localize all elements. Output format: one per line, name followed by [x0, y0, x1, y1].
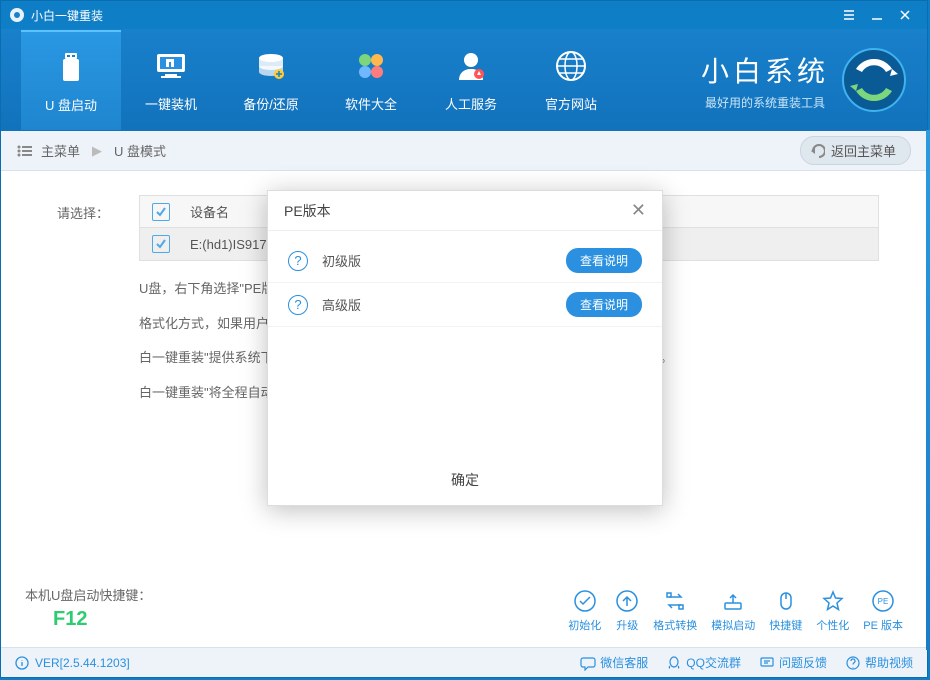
dialog-title: PE版本	[284, 201, 331, 221]
pe-option-label: 高级版	[322, 295, 361, 314]
question-icon: ?	[288, 251, 308, 271]
dialog-ok-button[interactable]: 确定	[268, 455, 662, 505]
dialog-overlay: PE版本 ✕ ? 初级版 查看说明 ? 高级版 查看说明 确定	[0, 0, 930, 680]
pe-option-advanced[interactable]: ? 高级版 查看说明	[268, 283, 662, 327]
pe-option-basic[interactable]: ? 初级版 查看说明	[268, 239, 662, 283]
question-icon: ?	[288, 295, 308, 315]
pe-version-dialog: PE版本 ✕ ? 初级版 查看说明 ? 高级版 查看说明 确定	[267, 190, 663, 506]
pe-option-label: 初级版	[322, 251, 361, 270]
view-info-button[interactable]: 查看说明	[566, 248, 642, 273]
dialog-close-button[interactable]: ✕	[631, 200, 646, 221]
view-info-button[interactable]: 查看说明	[566, 292, 642, 317]
